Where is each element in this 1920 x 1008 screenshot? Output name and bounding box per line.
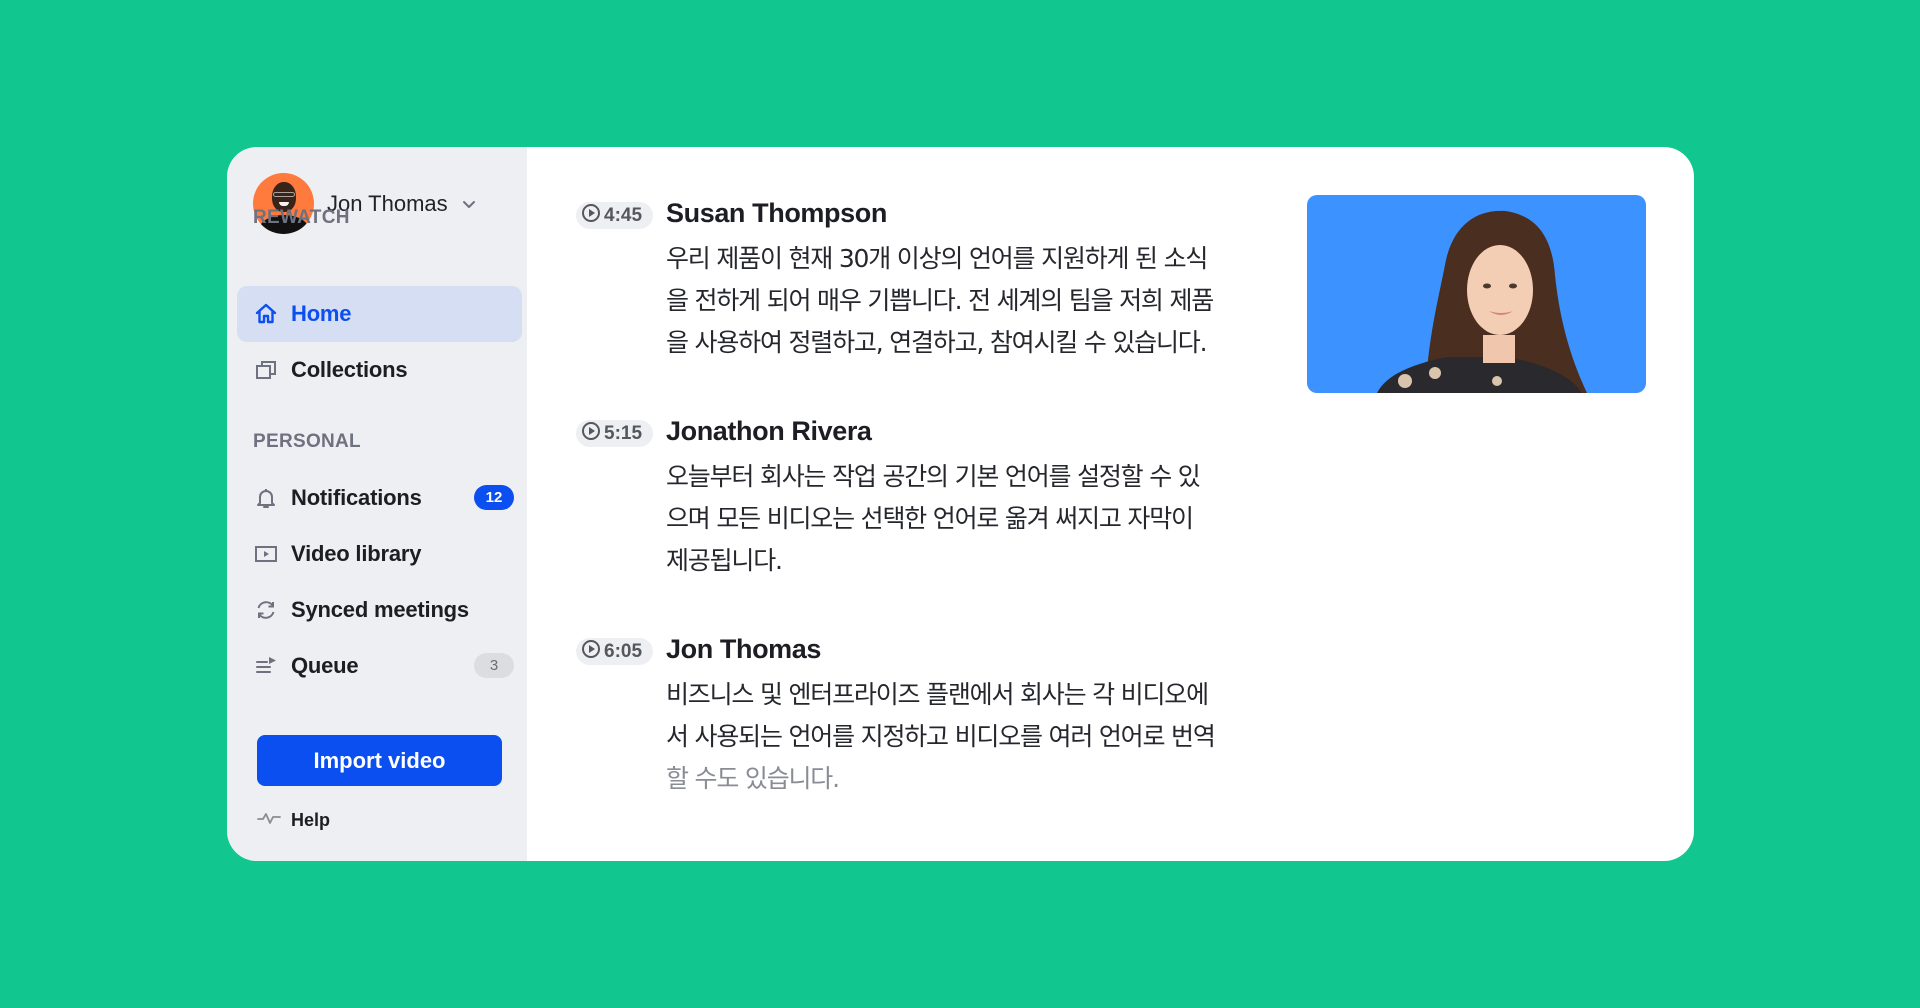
video-player[interactable] xyxy=(1307,195,1646,393)
video-speaker-thumbnail xyxy=(1377,210,1587,393)
section-label-personal: PERSONAL xyxy=(253,431,361,452)
speech-line: 할 수도 있습니다. xyxy=(666,764,840,793)
timestamp-button[interactable]: 5:15 xyxy=(576,420,653,447)
sidebar-item-collections[interactable]: Collections xyxy=(237,342,522,398)
speech-line: 을 전하게 되어 매우 기쁩니다. 전 세계의 팀을 저희 제품 xyxy=(666,286,1214,315)
speech-line: 을 사용하여 정렬하고, 연결하고, 참여시킬 수 있습니다. xyxy=(666,328,1208,357)
speech-line: 우리 제품이 현재 30개 이상의 언어를 지원하게 된 소식 xyxy=(666,244,1208,273)
sidebar-item-label: Video library xyxy=(291,541,422,566)
speech-line: 서 사용되는 언어를 지정하고 비디오를 여러 언어로 번역 xyxy=(666,722,1216,751)
collections-icon xyxy=(254,358,278,382)
speaker-name: Jon Thomas xyxy=(666,634,822,664)
sync-icon xyxy=(254,598,278,622)
timestamp: 5:15 xyxy=(604,422,643,444)
sidebar-item-synced-meetings[interactable]: Synced meetings xyxy=(237,582,522,638)
chevron-down-icon[interactable] xyxy=(462,197,476,211)
notifications-badge: 12 xyxy=(474,485,514,510)
video-icon xyxy=(254,542,278,566)
play-circle-icon xyxy=(581,421,601,446)
speech-line: 으며 모든 비디오는 선택한 언어로 옮겨 써지고 자막이 xyxy=(666,504,1194,533)
sidebar-item-video-library[interactable]: Video library xyxy=(237,526,522,582)
play-circle-icon xyxy=(581,639,601,664)
sidebar-item-notifications[interactable]: Notifications 12 xyxy=(237,470,522,526)
sidebar-item-label: Collections xyxy=(291,357,408,382)
timestamp-button[interactable]: 4:45 xyxy=(576,202,653,229)
speaker-name: Jonathon Rivera xyxy=(666,416,872,446)
app-window: Jon Thomas REWATCH Home Collections PERS… xyxy=(227,147,1694,861)
section-label-rewatch: REWATCH xyxy=(253,207,350,228)
sidebar-item-label: Home xyxy=(291,301,352,326)
home-icon xyxy=(254,302,278,326)
speech-line: 제공됩니다. xyxy=(666,546,783,575)
help-link[interactable]: Help xyxy=(257,810,330,831)
timestamp-button[interactable]: 6:05 xyxy=(576,638,653,665)
sidebar: Jon Thomas REWATCH Home Collections PERS… xyxy=(227,147,527,861)
queue-badge: 3 xyxy=(474,653,514,678)
help-label: Help xyxy=(291,810,331,830)
speech-line: 비즈니스 및 엔터프라이즈 플랜에서 회사는 각 비디오에 xyxy=(666,680,1209,709)
sidebar-item-label: Notifications xyxy=(291,485,422,510)
activity-icon xyxy=(257,810,281,831)
sidebar-item-queue[interactable]: Queue 3 xyxy=(237,638,522,694)
speech-text: 오늘부터 회사는 작업 공간의 기본 언어를 설정할 수 있 으며 모든 비디오… xyxy=(666,456,1266,582)
speaker-name: Susan Thompson xyxy=(666,198,887,228)
timestamp: 4:45 xyxy=(604,204,643,226)
sidebar-item-label: Queue xyxy=(291,653,359,678)
speech-line: 오늘부터 회사는 작업 공간의 기본 언어를 설정할 수 있 xyxy=(666,462,1201,491)
speech-text: 비즈니스 및 엔터프라이즈 플랜에서 회사는 각 비디오에 서 사용되는 언어를… xyxy=(666,674,1266,800)
sidebar-item-home[interactable]: Home xyxy=(237,286,522,342)
bell-icon xyxy=(254,486,278,510)
sidebar-item-label: Synced meetings xyxy=(291,597,469,622)
play-circle-icon xyxy=(581,203,601,228)
speech-text: 우리 제품이 현재 30개 이상의 언어를 지원하게 된 소식 을 전하게 되어… xyxy=(666,238,1266,364)
timestamp: 6:05 xyxy=(604,640,643,662)
import-video-button[interactable]: Import video xyxy=(257,735,502,786)
queue-icon xyxy=(254,654,278,678)
